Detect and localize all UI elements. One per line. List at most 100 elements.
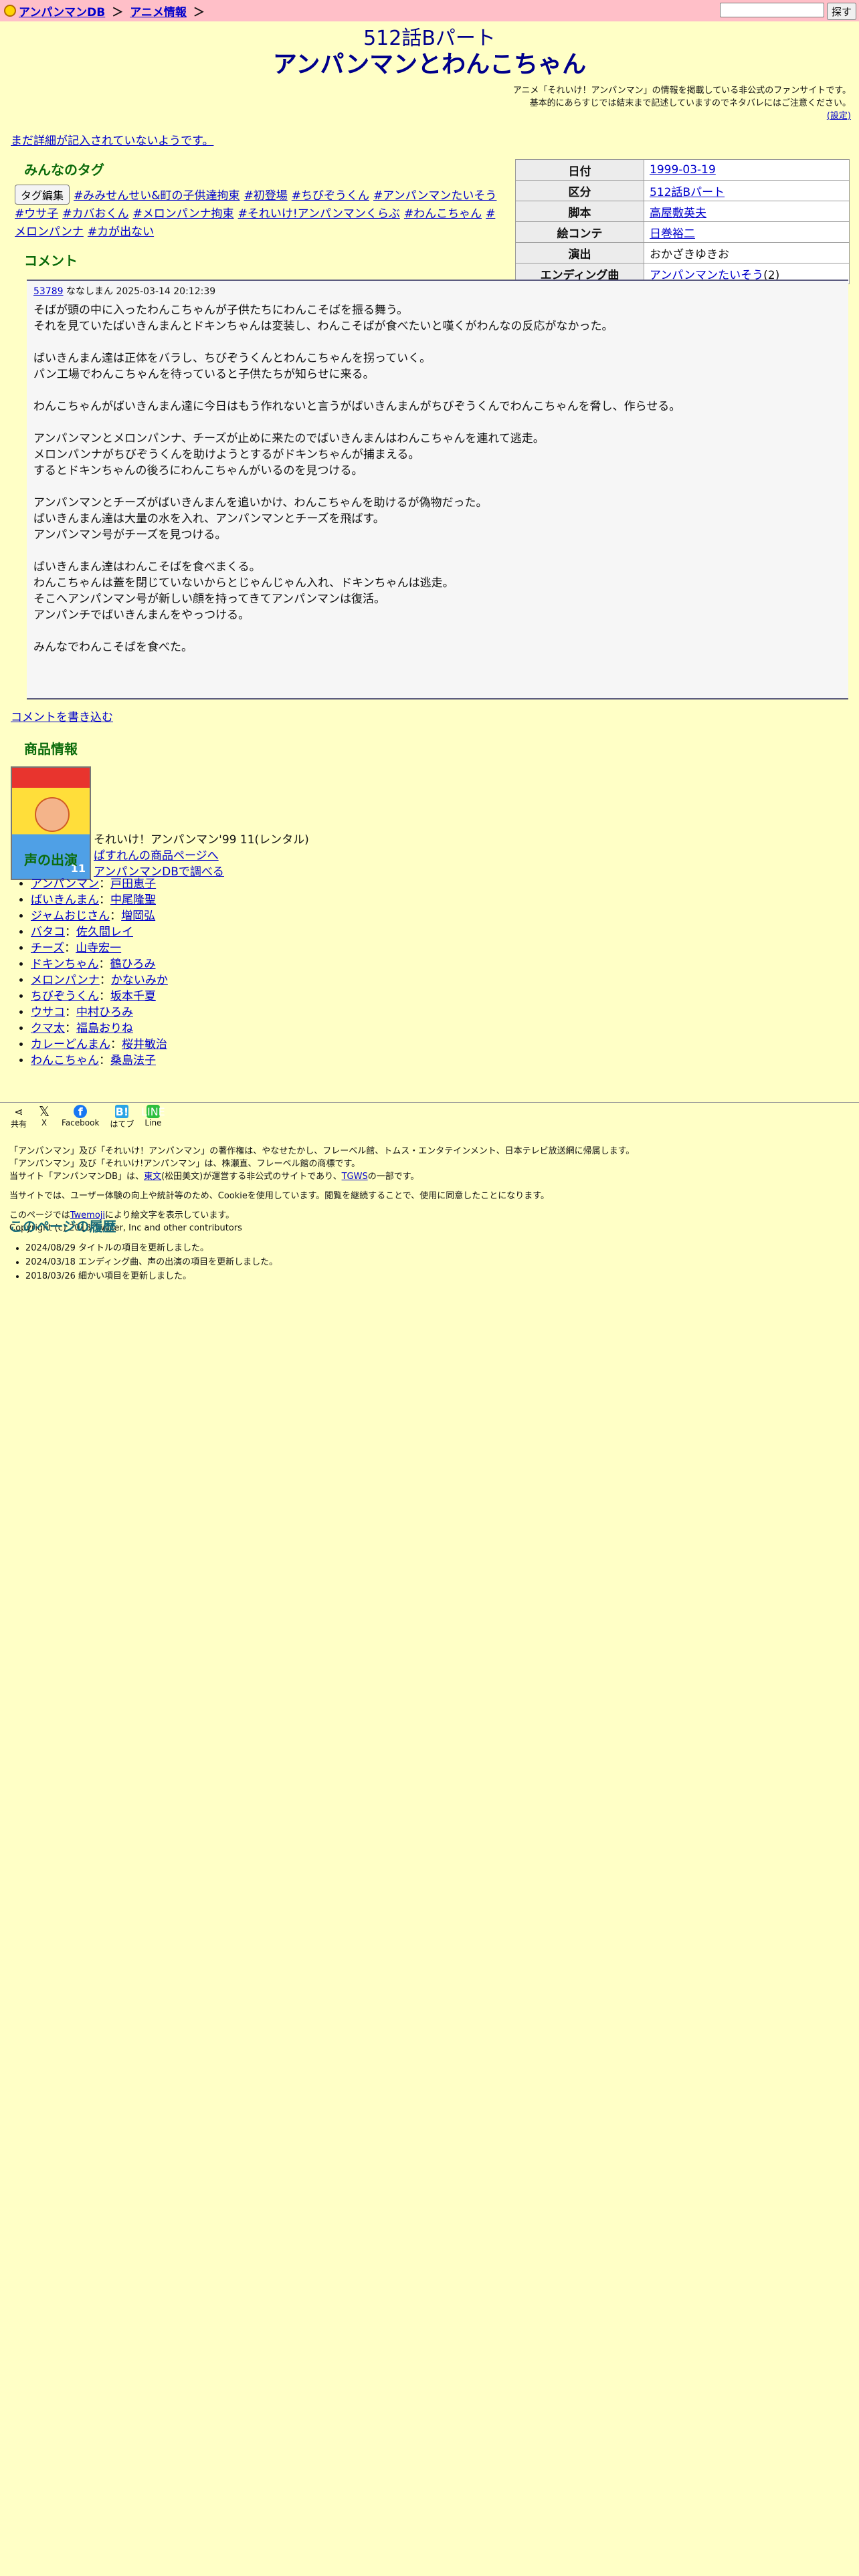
cast-actor-link[interactable]: 坂本千夏: [110, 990, 156, 1003]
info-value-link[interactable]: 512話Bパート: [650, 186, 725, 199]
cast-separator: ：: [64, 942, 76, 955]
info-label: 区分: [515, 180, 644, 201]
comment-line: アンパンチでばいきんまんをやっつける。: [33, 609, 250, 622]
cast-actor-link[interactable]: 中尾隆聖: [110, 893, 156, 907]
share-icon: ⋖: [14, 1105, 23, 1118]
cast-actor-link[interactable]: 鶴ひろみ: [110, 958, 156, 971]
product-heading: 商品情報: [24, 741, 78, 757]
table-row: 絵コンテ 日巻裕二: [515, 221, 850, 243]
x-share-button[interactable]: 𝕏 X: [37, 1103, 51, 1130]
info-value-link[interactable]: 1999-03-19: [650, 163, 716, 177]
comment-line: アンパンマン号がチーズを見つける。: [33, 528, 227, 542]
product-page-link[interactable]: ぱすれんの商品ページへ: [94, 849, 219, 863]
comment-line: パン工場でわんこちゃんを待っていると子供たちが知らせに来る。: [33, 368, 375, 381]
cast-role-link[interactable]: バタコ: [31, 926, 65, 939]
tag-link[interactable]: #わんこちゃん: [404, 207, 482, 221]
cast-item: バタコ：佐久間レイ: [31, 924, 168, 940]
breadcrumb-section-link[interactable]: アニメ情報: [130, 3, 187, 19]
cast-item: アンパンマン：戸田恵子: [31, 876, 168, 892]
operator-link[interactable]: 東文: [144, 1172, 161, 1182]
cast-actor-link[interactable]: 中村ひろみ: [76, 1006, 133, 1019]
history-item: 2024/08/29 タイトルの項目を更新しました。: [25, 1241, 278, 1255]
breadcrumb-separator: ＞: [112, 5, 124, 19]
top-bar: アンパンマンDB ＞ アニメ情報 ＞ 探す: [0, 0, 859, 21]
search-input[interactable]: [719, 3, 824, 17]
cast-role-link[interactable]: チーズ: [31, 942, 64, 955]
tag-link[interactable]: #ちびぞうくん: [292, 189, 369, 203]
cast-role-link[interactable]: カレーどんまん: [31, 1038, 110, 1051]
tag-link[interactable]: #ウサ子: [15, 207, 58, 221]
share-button[interactable]: ⋖ 共有: [11, 1105, 27, 1130]
cast-actor-link[interactable]: かないみか: [111, 974, 168, 987]
cast-actor-link[interactable]: 桑島法子: [110, 1054, 156, 1067]
site-notice: アニメ「それいけ！アンパンマン」の情報を掲載している非公式のファンサイトです。 …: [383, 84, 851, 122]
anpanman-face-icon: [35, 797, 70, 832]
tag-link[interactable]: #それいけ!アンパンマンくらぶ: [238, 207, 400, 221]
cast-actor-link[interactable]: 福島おりね: [76, 1022, 133, 1035]
tag-link[interactable]: #アンパンマンたいそう: [373, 189, 496, 203]
cast-role-link[interactable]: アンパンマン: [31, 877, 99, 891]
settings-link[interactable]: (設定): [827, 111, 851, 121]
tag-link[interactable]: #カバおくん: [62, 207, 128, 221]
no-detail-link[interactable]: まだ詳細が記入されていないようです。: [11, 131, 213, 148]
cast-actor-link[interactable]: 戸田恵子: [110, 877, 156, 891]
cast-separator: ：: [110, 1038, 122, 1051]
cast-actor-link[interactable]: 桜井敏治: [122, 1038, 167, 1051]
cast-heading: 声の出演: [24, 852, 78, 868]
comment-line: メロンパンナがちびぞうくんを助けようとするがドキンちゃんが捕まえる。: [33, 448, 420, 461]
cast-role-link[interactable]: ウサコ: [31, 1006, 65, 1019]
breadcrumb-home-link[interactable]: アンパンマンDB: [19, 3, 105, 19]
history-list: 2024/08/29 タイトルの項目を更新しました。 2024/03/18 エン…: [25, 1241, 278, 1283]
hatena-share-button[interactable]: B! はてブ: [110, 1105, 134, 1130]
tag-link[interactable]: #メロンパンナ拘束: [133, 207, 234, 221]
tgws-link[interactable]: TGWS: [342, 1172, 368, 1182]
cast-role-link[interactable]: ドキンちゃん: [31, 958, 99, 971]
cast-actor-link[interactable]: 山寺宏一: [76, 942, 121, 955]
trademark-line: 「アンパンマン」及び「それいけ!アンパンマン」は、株瀬直、フレーベル館の商標です…: [9, 1159, 361, 1169]
history-item: 2024/03/18 エンディング曲、声の出演の項目を更新しました。: [25, 1255, 278, 1269]
product-title: それいけ！アンパンマン'99 11(レンタル): [94, 833, 309, 847]
tag-link[interactable]: #初登場: [244, 189, 288, 203]
comment-meta: 53789 ななしまん 2025-03-14 20:12:39: [33, 284, 842, 300]
comment-line: アンパンマンとメロンパンナ、チーズが止めに来たのでばいきんまんはわんこちゃんを連…: [33, 432, 545, 445]
search-button[interactable]: 探す: [826, 3, 856, 20]
cast-role-link[interactable]: ちびぞうくん: [31, 990, 99, 1003]
table-row: 区分 512話Bパート: [515, 180, 850, 201]
info-label: 絵コンテ: [515, 221, 644, 243]
cast-role-link[interactable]: クマ太: [31, 1022, 65, 1035]
facebook-share-button[interactable]: f Facebook: [62, 1105, 99, 1130]
comment-box: 53789 ななしまん 2025-03-14 20:12:39 そばが頭の中に入…: [27, 280, 848, 700]
comment-line: [33, 623, 842, 639]
info-value-link[interactable]: 日巻裕二: [650, 227, 695, 241]
cast-actor-link[interactable]: 増岡弘: [121, 909, 155, 923]
info-value-link[interactable]: 高屋敷英夫: [650, 207, 706, 220]
comment-author: ななしまん: [66, 286, 113, 297]
divider: [0, 1102, 859, 1103]
tag-link[interactable]: #カが出ない: [88, 225, 154, 239]
cast-item: ウサコ：中村ひろみ: [31, 1004, 168, 1021]
cast-list: アンパンマン：戸田恵子ばいきんまん ： 中尾隆聖ジャムおじさん ： 増岡弘バタコ：佐久間…: [31, 876, 168, 1069]
line-label: Line: [145, 1118, 162, 1128]
comment-line: ばいきんまん達はわんこそばを食べまくる。: [33, 560, 261, 574]
hatena-bookmark-icon: B!: [115, 1105, 129, 1118]
x-logo-icon: 𝕏: [38, 1103, 50, 1119]
comment-heading: コメント: [24, 253, 78, 269]
cast-actor-link[interactable]: 佐久間レイ: [76, 926, 133, 939]
line-share-button[interactable]: LINE Line: [141, 1105, 165, 1130]
tag-edit-button[interactable]: タグ編集: [15, 185, 70, 205]
write-comment-link[interactable]: コメントを書き込む: [11, 708, 113, 724]
cast-role-link[interactable]: メロンパンナ: [31, 974, 100, 987]
cast-role-link[interactable]: ジャムおじさん: [31, 909, 110, 923]
breadcrumb: アンパンマンDB ＞ アニメ情報 ＞: [4, 3, 211, 19]
cast-role-link[interactable]: わんこちゃん: [31, 1054, 99, 1067]
cast-item: わんこちゃん：桑島法子: [31, 1053, 168, 1069]
history-item: 2018/03/26 細かい項目を更新しました。: [25, 1269, 278, 1283]
episode-info-table: 日付 1999-03-19 区分 512話Bパート 脚本 高屋敷英夫 絵コンテ 日巻裕二…: [515, 159, 850, 284]
x-label: X: [41, 1118, 47, 1128]
comment-line: [33, 383, 842, 399]
comment-line: わんこちゃんは蓋を閉じていないからとじゃんじゃん入れ、ドキンちゃんは逃走。: [33, 576, 454, 590]
comment-id-link[interactable]: 53789: [33, 286, 64, 297]
tag-link[interactable]: #みみせんせい&町の子供達拘束: [74, 189, 240, 203]
cast-role-link[interactable]: ばいきんまん: [31, 893, 99, 907]
anpanman-logo-icon: [4, 5, 16, 17]
